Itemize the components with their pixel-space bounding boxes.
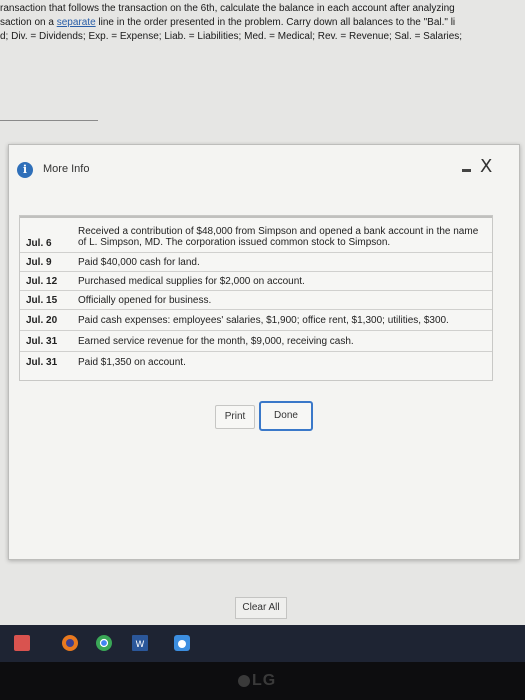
firefox-icon[interactable] <box>62 635 78 651</box>
row-date: Jul. 12 <box>26 276 58 287</box>
table-row: Jul. 15 Officially opened for business. <box>20 291 492 310</box>
app-icon[interactable] <box>14 635 30 651</box>
table-top-border <box>20 216 492 218</box>
row-date: Jul. 15 <box>26 295 58 306</box>
cloud-app-icon[interactable] <box>174 635 190 651</box>
lg-logo-icon <box>238 675 250 687</box>
table-row: Jul. 31 Paid $1,350 on account. <box>20 352 492 372</box>
row-description: Paid $1,350 on account. <box>78 357 186 368</box>
monitor-brand: LG <box>252 672 277 689</box>
screen: ransaction that follows the transaction … <box>0 0 525 625</box>
table-row: Jul. 12 Purchased medical supplies for $… <box>20 272 492 291</box>
dialog-title: More Info <box>43 163 90 175</box>
print-button[interactable]: Print <box>215 405 255 429</box>
row-date: Jul. 31 <box>26 357 58 368</box>
table-row: Jul. 31 Earned service revenue for the m… <box>20 331 492 352</box>
taskbar: W <box>0 625 525 662</box>
row-date: Jul. 6 <box>26 238 52 249</box>
row-description: Paid cash expenses: employees' salaries,… <box>78 315 449 326</box>
row-description: Officially opened for business. <box>78 295 212 306</box>
table-row: Jul. 20 Paid cash expenses: employees' s… <box>20 310 492 331</box>
word-icon[interactable]: W <box>132 635 148 651</box>
more-info-dialog: i More Info X Jul. 6 Received a contribu… <box>8 144 520 560</box>
close-icon[interactable]: X <box>480 157 492 177</box>
instruction-line-2: saction on a separate line in the order … <box>0 16 525 30</box>
table-row: Jul. 9 Paid $40,000 cash for land. <box>20 253 492 272</box>
instructions-text: ransaction that follows the transaction … <box>0 2 525 44</box>
instruction-line-1: ransaction that follows the transaction … <box>0 3 455 14</box>
instruction-line-2b: line in the order presented in the probl… <box>95 17 456 28</box>
chrome-icon[interactable] <box>96 635 112 651</box>
minimize-icon[interactable] <box>462 169 471 172</box>
row-description: Purchased medical supplies for $2,000 on… <box>78 276 305 287</box>
separate-link[interactable]: separate <box>57 17 96 28</box>
instruction-line-2a: saction on a <box>0 17 57 28</box>
row-date: Jul. 20 <box>26 315 58 326</box>
instruction-line-3: d; Div. = Dividends; Exp. = Expense; Lia… <box>0 31 463 42</box>
dialog-header: i More Info X <box>9 145 519 181</box>
row-description: Received a contribution of $48,000 from … <box>78 226 479 248</box>
row-description: Paid $40,000 cash for land. <box>78 257 200 268</box>
transactions-table: Jul. 6 Received a contribution of $48,00… <box>19 215 493 381</box>
done-button[interactable]: Done <box>259 401 313 431</box>
svg-text:W: W <box>136 640 145 650</box>
clear-all-button[interactable]: Clear All <box>235 597 287 619</box>
table-row: Jul. 6 Received a contribution of $48,00… <box>20 220 492 253</box>
row-date: Jul. 9 <box>26 257 52 268</box>
row-description: Earned service revenue for the month, $9… <box>78 336 354 347</box>
row-date: Jul. 31 <box>26 336 58 347</box>
answer-input-line[interactable] <box>0 120 98 121</box>
info-icon: i <box>17 162 33 178</box>
